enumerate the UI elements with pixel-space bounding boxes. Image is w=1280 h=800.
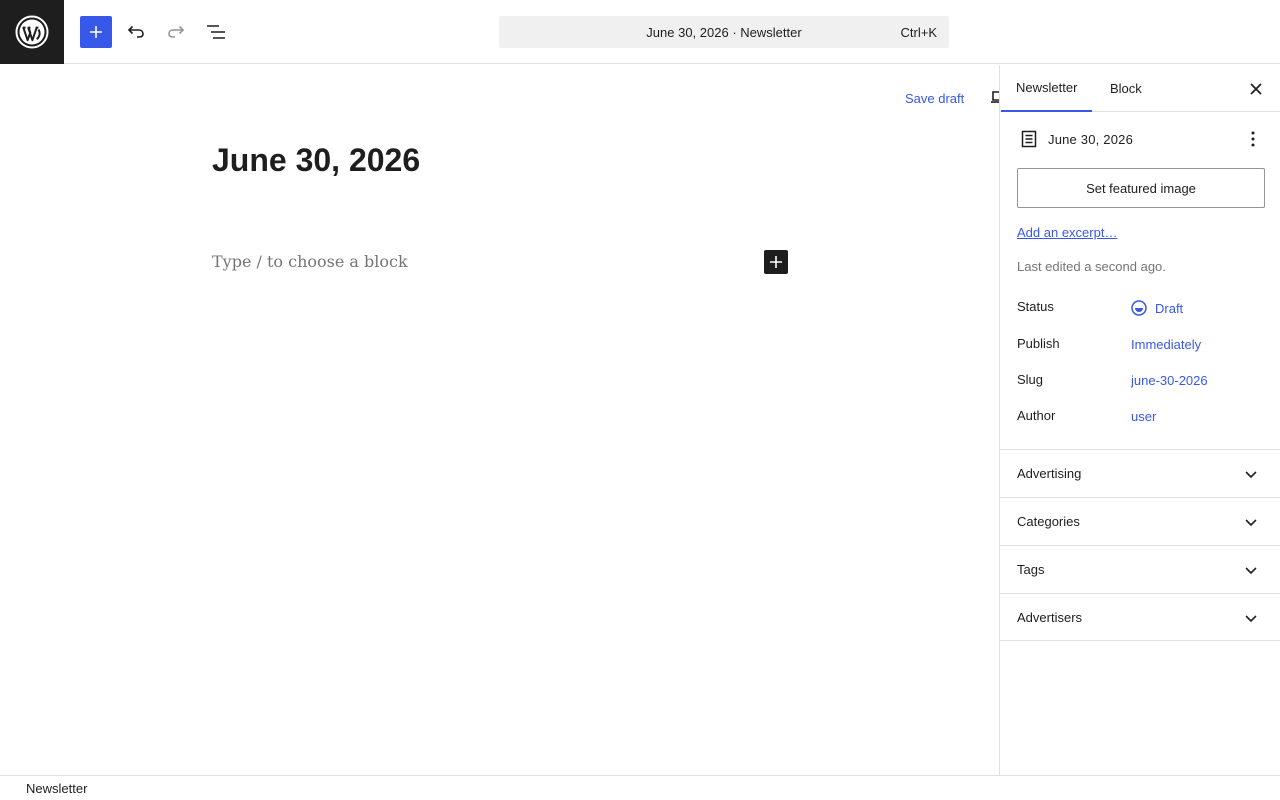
sidebar-tabs: Newsletter Block — [1000, 65, 1280, 112]
last-edited-text: Last edited a second ago. — [1017, 259, 1166, 274]
panel-categories-label: Categories — [1017, 514, 1080, 529]
chevron-down-icon — [1245, 471, 1257, 479]
breadcrumb-item-newsletter[interactable]: Newsletter — [26, 781, 87, 796]
undo-icon — [127, 25, 144, 38]
redo-icon — [168, 25, 185, 38]
redo-button[interactable] — [160, 16, 192, 48]
command-post-type: Newsletter — [740, 24, 802, 40]
command-shortcut-hint: Ctrl+K — [900, 25, 937, 40]
tab-newsletter[interactable]: Newsletter — [1001, 65, 1093, 112]
publish-value-button[interactable]: Immediately — [1131, 337, 1201, 352]
block-breadcrumb-bar: Newsletter — [0, 775, 1280, 800]
status-row: Status Draft — [1017, 299, 1265, 319]
settings-sidebar: Newsletter Block June 30, 2026 Set featu… — [999, 65, 1280, 775]
document-overview-button[interactable] — [200, 16, 232, 48]
panel-advertisers-label: Advertisers — [1017, 610, 1083, 625]
panel-categories[interactable]: Categories — [1000, 497, 1280, 545]
slug-row: Slug june-30-2026 — [1017, 372, 1265, 392]
post-card: June 30, 2026 — [1017, 127, 1265, 151]
slug-label: Slug — [1017, 372, 1044, 387]
command-post-title: June 30, 2026 — [646, 24, 729, 40]
plus-icon — [90, 26, 102, 38]
author-row: Author user — [1017, 408, 1265, 428]
save-draft-button[interactable]: Save draft — [905, 91, 964, 106]
post-title[interactable]: June 30, 2026 — [212, 142, 420, 179]
panel-advertisers[interactable]: Advertisers — [1000, 593, 1280, 641]
default-block-appender[interactable]: Type / to choose a block — [212, 252, 408, 271]
post-document-icon — [1017, 127, 1041, 151]
desktop-preview-icon[interactable] — [990, 89, 999, 105]
editor-canvas: Save draft June 30, 2026 Type / to choos… — [0, 65, 999, 775]
panel-tags-label: Tags — [1017, 562, 1045, 577]
panel-advertising[interactable]: Advertising — [1000, 449, 1280, 497]
block-inserter-button[interactable] — [80, 16, 112, 48]
wordpress-logo-button[interactable] — [0, 0, 64, 64]
command-separator: · — [728, 24, 741, 40]
close-sidebar-button[interactable] — [1247, 80, 1265, 98]
publish-row: Publish Immediately — [1017, 336, 1265, 356]
close-icon — [1250, 83, 1262, 95]
status-value-button[interactable]: Draft — [1131, 300, 1183, 316]
inline-block-inserter-button[interactable] — [764, 250, 788, 274]
command-palette-trigger[interactable]: June 30, 2026 · Newsletter Ctrl+K — [499, 16, 949, 48]
status-value: Draft — [1155, 300, 1184, 316]
panel-advertising-label: Advertising — [1017, 466, 1082, 481]
chevron-down-icon — [1245, 519, 1257, 527]
wordpress-logo-icon — [15, 15, 49, 49]
publish-label: Publish — [1017, 336, 1060, 351]
plus-icon — [770, 256, 782, 268]
undo-button[interactable] — [120, 16, 152, 48]
list-view-icon — [207, 25, 225, 39]
chevron-down-icon — [1245, 567, 1257, 575]
post-card-title: June 30, 2026 — [1048, 131, 1134, 147]
editor-header: June 30, 2026 · Newsletter Ctrl+K — [0, 0, 1280, 64]
status-label: Status — [1017, 299, 1054, 314]
command-bar-title: June 30, 2026 · Newsletter — [646, 25, 801, 40]
more-vertical-icon — [1251, 131, 1255, 147]
author-value-button[interactable]: user — [1131, 409, 1156, 424]
post-actions-button[interactable] — [1241, 127, 1265, 151]
tab-block[interactable]: Block — [1110, 65, 1142, 112]
panel-tags[interactable]: Tags — [1000, 545, 1280, 593]
add-excerpt-link[interactable]: Add an excerpt… — [1017, 225, 1117, 240]
slug-value-button[interactable]: june-30-2026 — [1131, 373, 1208, 388]
author-label: Author — [1017, 408, 1056, 423]
draft-status-icon — [1131, 300, 1147, 316]
chevron-down-icon — [1245, 615, 1257, 623]
set-featured-image-button[interactable]: Set featured image — [1017, 168, 1265, 208]
